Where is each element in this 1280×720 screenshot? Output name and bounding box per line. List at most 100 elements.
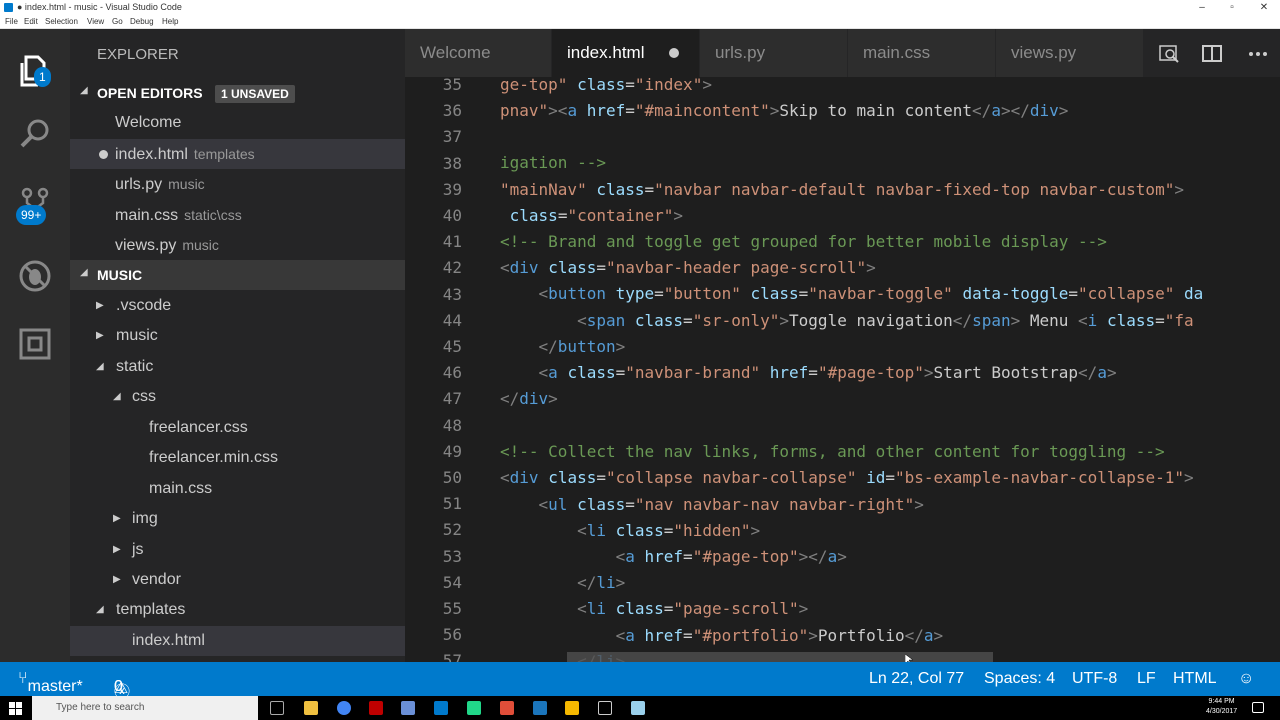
explorer-badge: 1 bbox=[34, 67, 51, 87]
open-preview-icon[interactable] bbox=[1158, 43, 1180, 65]
task-view-icon[interactable] bbox=[270, 701, 284, 715]
split-editor-icon[interactable] bbox=[1201, 43, 1223, 65]
open-editor-folder: music bbox=[182, 237, 219, 253]
network-app-icon[interactable] bbox=[401, 701, 415, 715]
unsaved-dot-icon[interactable] bbox=[669, 48, 679, 58]
horizontal-scrollbar[interactable] bbox=[567, 652, 993, 662]
line-number: 54 bbox=[442, 572, 462, 592]
vscode-taskbar-icon[interactable] bbox=[434, 701, 448, 715]
tree-label: templates bbox=[116, 601, 186, 618]
open-editor-folder: templates bbox=[193, 146, 255, 162]
warning-count: 0 bbox=[114, 678, 123, 695]
unsaved-dot-icon bbox=[99, 150, 108, 159]
windows-start-icon[interactable] bbox=[9, 702, 22, 715]
code-editor[interactable]: 35 36 37 38 39 40 41 42 43 44 45 46 47 48 49 50 51 52 53 54… bbox=[405, 77, 1280, 662]
line-number: 36 bbox=[442, 101, 462, 121]
tab-views-py[interactable]: views.py bbox=[996, 29, 1144, 77]
app-red-icon[interactable] bbox=[500, 701, 514, 715]
tree-item-vscode[interactable]: ▶ .vscode bbox=[70, 291, 405, 321]
source-control-activity-button[interactable]: 99+ bbox=[0, 175, 70, 227]
open-editor-folder: static\css bbox=[184, 207, 242, 223]
menu-debug[interactable]: Debug bbox=[130, 17, 154, 26]
menu-help[interactable]: Help bbox=[162, 17, 178, 26]
open-editor-item[interactable]: urls.py music bbox=[70, 169, 405, 199]
feedback-smiley-icon[interactable]: ☺ bbox=[1238, 670, 1254, 688]
tree-label: css bbox=[132, 388, 156, 405]
open-editor-item[interactable]: index.html templates bbox=[70, 139, 405, 169]
scm-badge: 99+ bbox=[16, 205, 47, 225]
menu-go[interactable]: Go bbox=[112, 17, 123, 26]
tree-item-img[interactable]: ▶ img bbox=[70, 504, 405, 534]
tree-label: main.css bbox=[149, 480, 213, 497]
cursor-position[interactable]: Ln 22, Col 77 bbox=[869, 670, 964, 688]
extensions-activity-button[interactable] bbox=[0, 315, 70, 367]
steam-icon[interactable] bbox=[533, 701, 547, 715]
line-number: 56 bbox=[442, 625, 462, 645]
indentation-status[interactable]: Spaces: 4 bbox=[984, 670, 1055, 688]
close-button[interactable]: ✕ bbox=[1248, 0, 1280, 15]
tree-label: vendor bbox=[132, 571, 181, 588]
tab-label: main.css bbox=[863, 43, 931, 62]
taskbar-search-input[interactable]: Type here to search bbox=[32, 696, 258, 720]
terminal-icon[interactable] bbox=[598, 701, 612, 715]
tree-item-file[interactable]: freelancer.min.css bbox=[70, 443, 405, 473]
sourcetree-icon[interactable] bbox=[565, 701, 579, 715]
tree-item-index-html[interactable]: index.html bbox=[70, 626, 405, 656]
code-line: </div> bbox=[500, 389, 558, 408]
tab-welcome[interactable]: Welcome bbox=[405, 29, 552, 77]
chrome-icon[interactable] bbox=[337, 701, 351, 715]
notepad-icon[interactable] bbox=[631, 701, 645, 715]
encoding-status[interactable]: UTF-8 bbox=[1072, 670, 1117, 688]
menu-view[interactable]: View bbox=[87, 17, 104, 26]
file-explorer-icon[interactable] bbox=[304, 701, 318, 715]
open-editor-item[interactable]: Welcome bbox=[70, 108, 405, 138]
line-number: 39 bbox=[442, 179, 462, 199]
music-folder-header[interactable]: ◢ MUSIC bbox=[70, 260, 405, 290]
menu-selection[interactable]: Selection bbox=[45, 17, 78, 26]
notifications-icon[interactable] bbox=[1252, 702, 1264, 713]
search-activity-button[interactable] bbox=[0, 105, 70, 157]
tab-index-html[interactable]: index.html bbox=[552, 29, 700, 77]
tree-item-music[interactable]: ▶ music bbox=[70, 321, 405, 351]
tab-label: Welcome bbox=[420, 43, 491, 62]
maximize-button[interactable]: ▫ bbox=[1216, 0, 1248, 15]
line-number: 47 bbox=[442, 389, 462, 409]
tree-item-file[interactable]: freelancer.css bbox=[70, 413, 405, 443]
tab-main-css[interactable]: main.css bbox=[848, 29, 996, 77]
menu-file[interactable]: File bbox=[5, 17, 18, 26]
pycharm-icon[interactable] bbox=[467, 701, 481, 715]
line-number: 35 bbox=[442, 77, 462, 94]
tree-item-templates[interactable]: ◢ templates bbox=[70, 595, 405, 625]
line-number: 55 bbox=[442, 599, 462, 618]
mouse-cursor-icon bbox=[905, 654, 913, 662]
menu-edit[interactable]: Edit bbox=[24, 17, 38, 26]
debug-activity-button[interactable] bbox=[0, 247, 70, 299]
explorer-activity-button[interactable]: 1 bbox=[0, 41, 70, 93]
taskbar-clock[interactable]: 9:44 PM 4/30/2017 bbox=[1206, 697, 1237, 717]
code-line: ge-top" class="index"> bbox=[500, 77, 712, 94]
eol-status[interactable]: LF bbox=[1137, 670, 1156, 688]
language-mode[interactable]: HTML bbox=[1173, 670, 1217, 688]
explorer-sidebar: EXPLORER ◢ OPEN EDITORS 1 UNSAVED Welcom… bbox=[70, 29, 405, 662]
filezilla-icon[interactable] bbox=[369, 701, 383, 715]
line-number: 48 bbox=[442, 415, 462, 435]
tree-item-js[interactable]: ▶ js bbox=[70, 535, 405, 565]
tree-label: .vscode bbox=[116, 297, 172, 314]
line-number: 38 bbox=[442, 153, 462, 173]
line-number: 53 bbox=[442, 546, 462, 566]
open-editors-header[interactable]: ◢ OPEN EDITORS 1 UNSAVED bbox=[70, 78, 405, 108]
code-line: class="container"> bbox=[509, 206, 684, 225]
activity-bar: 1 99+ bbox=[0, 29, 70, 662]
open-editor-item[interactable]: main.css static\css bbox=[70, 200, 405, 230]
tree-item-vendor[interactable]: ▶ vendor bbox=[70, 565, 405, 595]
minimize-button[interactable]: – bbox=[1186, 0, 1218, 15]
code-line: "mainNav" class="navbar navbar-default n… bbox=[500, 180, 1184, 199]
git-branch-status[interactable]: ⑂ master* bbox=[18, 670, 83, 695]
tree-item-file[interactable]: main.css bbox=[70, 474, 405, 504]
tree-item-css[interactable]: ◢ css bbox=[70, 382, 405, 412]
open-editor-item[interactable]: views.py music bbox=[70, 230, 405, 260]
tree-item-static[interactable]: ◢ static bbox=[70, 352, 405, 382]
tab-urls-py[interactable]: urls.py bbox=[700, 29, 848, 77]
debug-icon bbox=[19, 260, 51, 292]
more-actions-icon[interactable] bbox=[1247, 43, 1269, 65]
